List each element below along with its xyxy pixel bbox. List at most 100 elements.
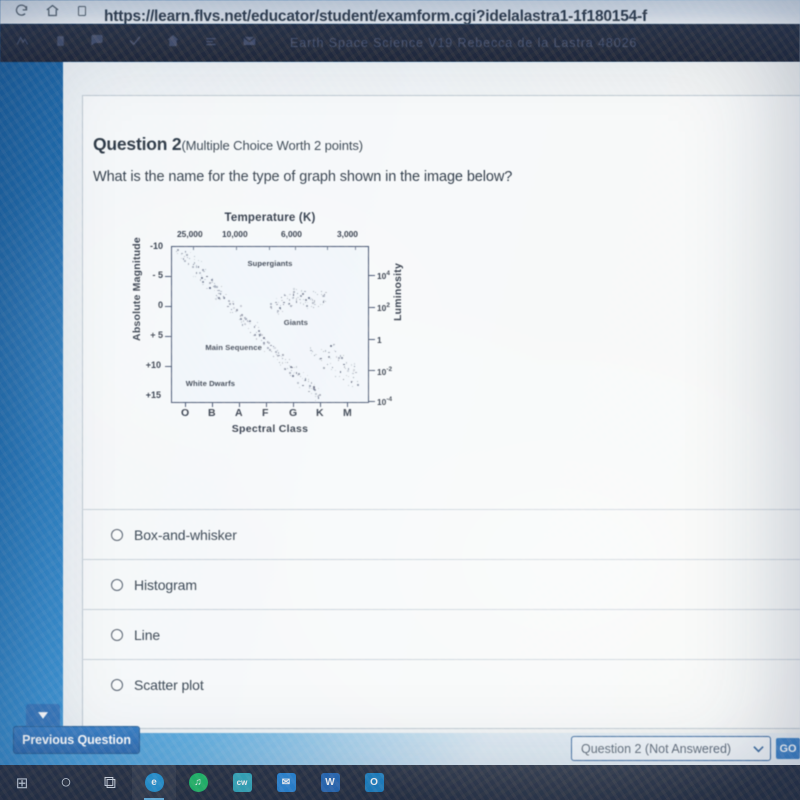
lum-tick-1: 102: [377, 302, 390, 313]
data-point: [279, 362, 280, 363]
reload-icon[interactable]: [14, 3, 29, 23]
data-point: [308, 379, 310, 381]
data-point: [258, 327, 259, 328]
data-point: [284, 294, 285, 295]
home-icon[interactable]: [45, 3, 60, 23]
mail-icon[interactable]: ✉: [264, 765, 308, 800]
radio-button-3[interactable]: [111, 679, 123, 691]
data-point: [196, 272, 198, 274]
data-point: [330, 345, 332, 347]
data-point: [269, 349, 270, 350]
data-point: [281, 356, 282, 357]
data-point: [248, 328, 249, 329]
chart-y2axis-title: Luminosity: [392, 237, 404, 347]
data-point: [289, 372, 290, 373]
cortana-icon[interactable]: ○: [44, 765, 88, 800]
radio-button-0[interactable]: [111, 529, 123, 541]
spectral-tickmark-3: [266, 403, 267, 407]
url-text[interactable]: https://learn.flvs.net/educator/student/…: [104, 8, 647, 24]
previous-question-tab[interactable]: [26, 704, 60, 726]
go-button[interactable]: GO: [776, 738, 800, 759]
option-label-1: Histogram: [134, 577, 197, 593]
data-point: [354, 363, 356, 365]
data-point: [284, 368, 285, 369]
option-row-0[interactable]: Box-and-whisker: [82, 509, 800, 559]
data-point: [206, 288, 208, 290]
data-point: [193, 264, 194, 265]
option-row-3[interactable]: Scatter plot: [82, 659, 800, 709]
question-number: Question 2: [93, 134, 181, 154]
data-point: [353, 371, 354, 372]
chat-icon[interactable]: [89, 33, 105, 53]
spectral-class-A: A: [235, 407, 243, 419]
data-point: [314, 384, 315, 385]
radio-button-2[interactable]: [111, 629, 123, 641]
tab-icon[interactable]: [76, 4, 88, 23]
data-point: [333, 345, 334, 346]
data-point: [315, 393, 316, 394]
radio-button-1[interactable]: [111, 579, 123, 591]
annotation-giants: Giants: [284, 318, 308, 327]
cw-icon[interactable]: cw: [220, 765, 264, 800]
data-point: [330, 358, 331, 359]
data-point: [240, 315, 241, 316]
list-icon[interactable]: [203, 34, 219, 53]
outlook-icon[interactable]: O: [352, 765, 396, 800]
data-point: [279, 355, 281, 357]
data-point: [183, 258, 185, 260]
data-point: [313, 291, 314, 292]
data-point: [309, 385, 310, 386]
chevron-down-icon[interactable]: [753, 745, 764, 753]
option-row-2[interactable]: Line: [82, 609, 800, 659]
data-point: [338, 357, 340, 359]
data-point: [340, 355, 341, 356]
book-icon[interactable]: [54, 33, 67, 54]
question-prompt: What is the name for the type of graph s…: [93, 169, 512, 185]
data-point: [307, 308, 308, 309]
data-point: [289, 294, 290, 295]
data-point: [221, 286, 222, 287]
spectral-class-M: M: [343, 407, 352, 419]
data-point: [285, 359, 286, 360]
lum-tick-0: 104: [377, 270, 390, 281]
start-icon[interactable]: ⊞: [0, 765, 44, 800]
spotify-icon[interactable]: ♫: [176, 765, 220, 800]
task-view-icon[interactable]: ⧉: [88, 765, 132, 800]
data-point: [311, 382, 312, 383]
check-icon[interactable]: [127, 33, 143, 53]
data-point: [283, 304, 284, 305]
option-row-1[interactable]: Histogram: [82, 559, 800, 609]
data-point: [209, 287, 211, 289]
lum-tick-3: 10-2: [377, 366, 392, 377]
mail-icon[interactable]: [241, 34, 258, 53]
data-point: [176, 251, 177, 252]
data-point: [225, 294, 226, 295]
data-point: [293, 288, 295, 290]
data-point: [198, 260, 199, 261]
data-point: [277, 310, 279, 312]
data-point: [347, 370, 348, 371]
logo-icon[interactable]: [14, 34, 32, 53]
browser-url-bar[interactable]: https://learn.flvs.net/educator/student/…: [0, 0, 800, 24]
data-point: [196, 266, 197, 267]
data-point: [270, 303, 272, 305]
word-icon[interactable]: W: [308, 765, 352, 800]
edge-icon[interactable]: e: [132, 765, 176, 800]
option-label-0: Box-and-whisker: [134, 527, 237, 543]
previous-question-button[interactable]: Previous Question: [13, 726, 140, 754]
windows-taskbar[interactable]: ⊞ ○ ⧉ e ♫ cw ✉ W O: [0, 765, 800, 800]
home-icon[interactable]: [165, 33, 181, 53]
data-point: [293, 291, 295, 293]
question-select-dropdown[interactable]: Question 2 (Not Answered): [571, 736, 771, 761]
data-point: [306, 305, 308, 307]
data-point: [307, 375, 308, 376]
data-point: [323, 301, 324, 302]
data-point: [278, 302, 279, 303]
data-point: [277, 355, 279, 357]
data-point: [355, 372, 357, 374]
data-point: [177, 249, 179, 251]
data-point: [184, 260, 186, 262]
data-point: [323, 351, 324, 352]
data-point: [206, 276, 208, 278]
data-point: [249, 323, 251, 325]
